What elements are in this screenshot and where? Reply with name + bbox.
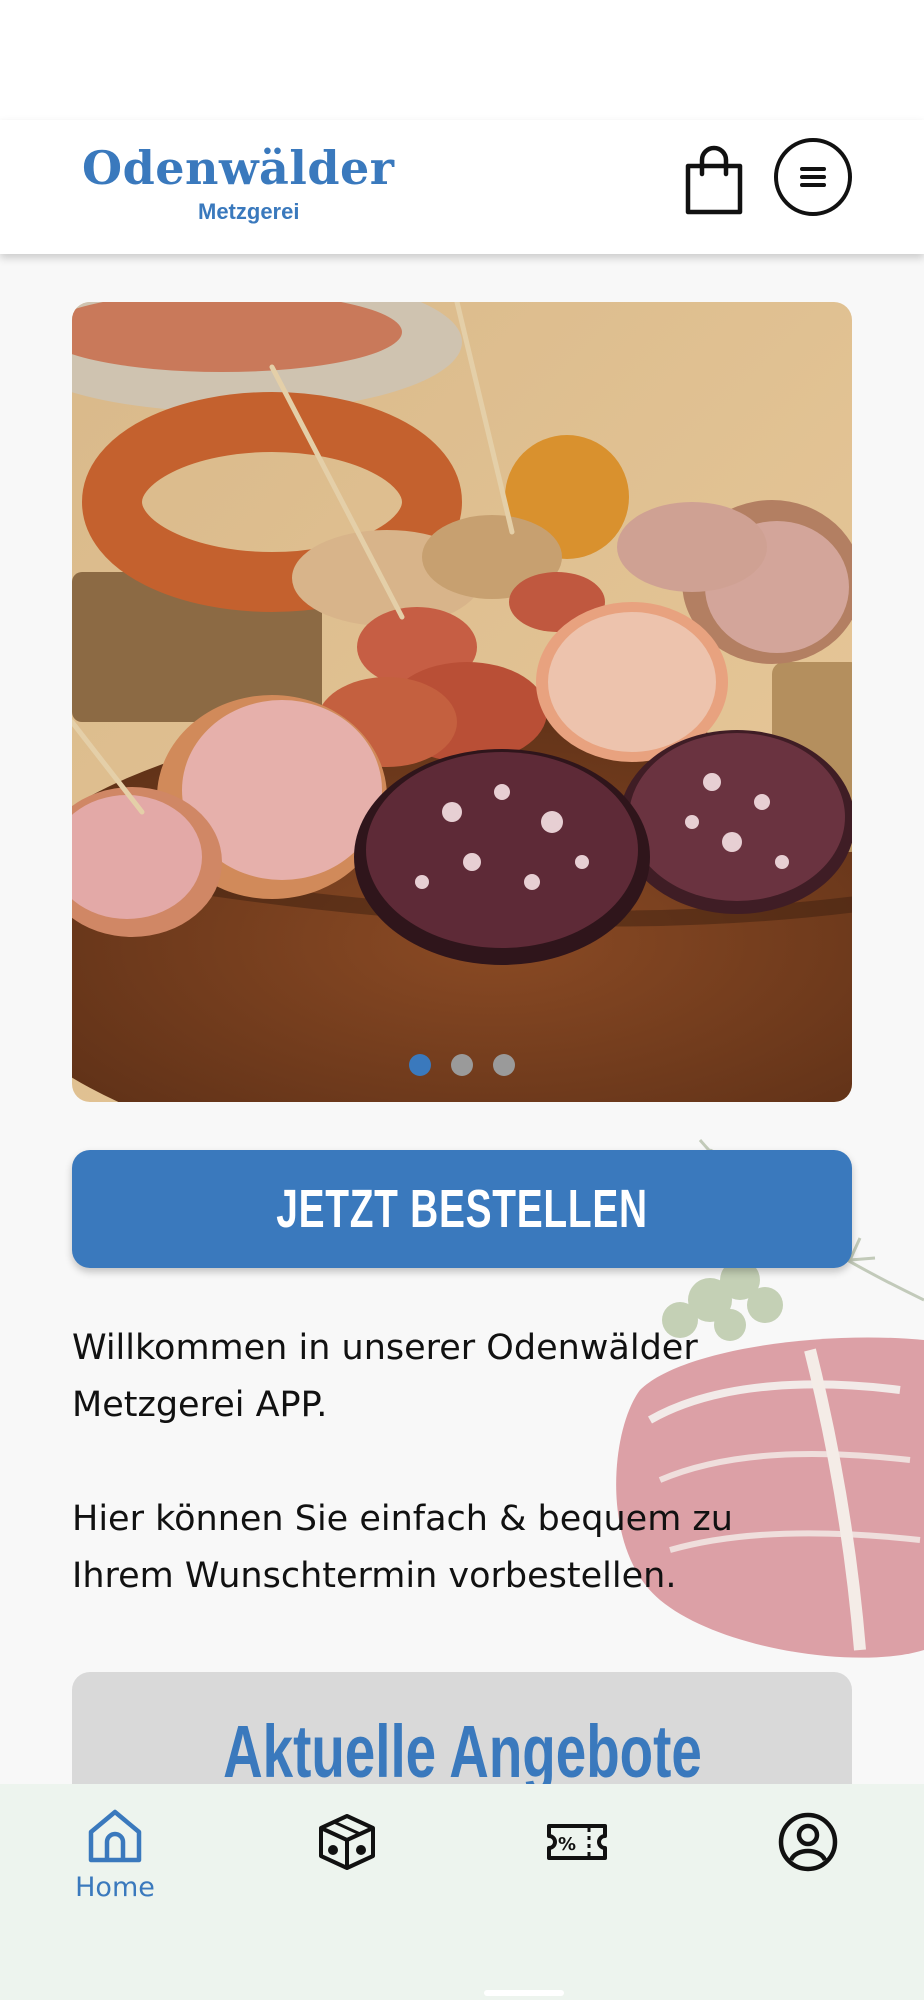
tab-profile[interactable] xyxy=(738,1806,878,1926)
user-profile-icon xyxy=(778,1812,838,1872)
tab-products[interactable] xyxy=(277,1806,417,1926)
home-icon xyxy=(88,1809,142,1863)
tab-home-label: Home xyxy=(75,1872,155,1903)
order-now-button[interactable]: JETZT BESTELLEN xyxy=(72,1150,852,1268)
bottom-tab-bar: Home % xyxy=(0,1784,924,2000)
tab-home[interactable]: Home xyxy=(45,1806,185,1926)
app-header: Odenwälder Metzgerei xyxy=(0,120,924,254)
welcome-line-1: Willkommen in unserer Odenwälder Metzger… xyxy=(72,1328,698,1425)
logo-main-text: Odenwälder xyxy=(82,141,395,195)
product-box-icon xyxy=(319,1814,375,1870)
carousel-dot-2[interactable] xyxy=(451,1054,473,1076)
home-indicator xyxy=(484,1990,564,1996)
carousel-dot-1[interactable] xyxy=(409,1054,431,1076)
shopping-bag-icon xyxy=(685,145,743,215)
welcome-line-2: Hier können Sie einfach & bequem zu Ihre… xyxy=(72,1499,733,1596)
discount-ticket-icon: % xyxy=(547,1824,607,1860)
svg-text:%: % xyxy=(558,1834,576,1855)
carousel-dot-3[interactable] xyxy=(493,1054,515,1076)
menu-button[interactable] xyxy=(774,138,852,216)
welcome-text: Willkommen in unserer Odenwälder Metzger… xyxy=(72,1320,792,1662)
logo[interactable]: Odenwälder Metzgerei xyxy=(82,140,395,230)
current-offers-title: Aktuelle Angebote xyxy=(222,1710,702,1793)
tab-offers[interactable]: % xyxy=(507,1806,647,1926)
cart-button[interactable] xyxy=(682,144,746,216)
order-now-label: JETZT BESTELLEN xyxy=(276,1179,648,1239)
status-bar-area xyxy=(0,0,924,120)
sausage-platter-image xyxy=(72,302,852,1102)
logo-sub-text: Metzgerei xyxy=(198,199,300,224)
carousel-pagination xyxy=(72,1054,852,1080)
hero-carousel[interactable] xyxy=(72,302,852,1102)
